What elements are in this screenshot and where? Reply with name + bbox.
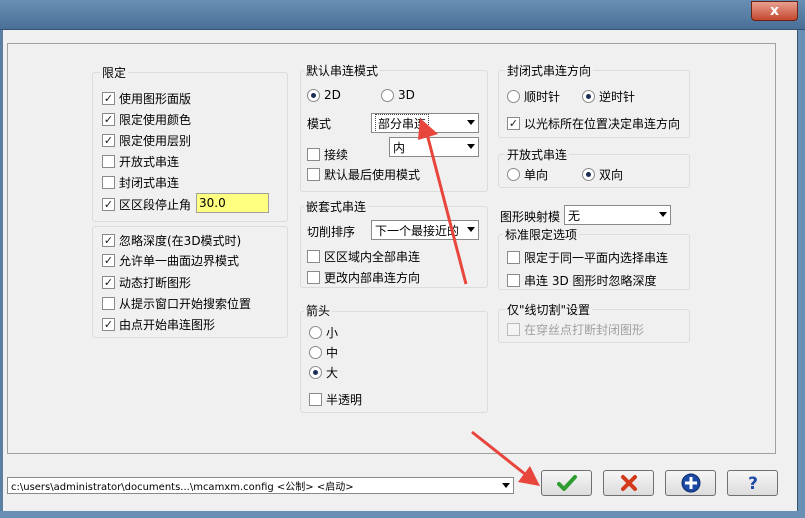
- checkbox-icon[interactable]: ✓: [102, 234, 115, 247]
- cancel-button[interactable]: [603, 470, 654, 496]
- checkbox-icon[interactable]: [507, 251, 520, 264]
- radio-icon[interactable]: [381, 88, 394, 102]
- checkbox-icon[interactable]: [102, 297, 115, 310]
- wire-edm-title: 仅"线切割"设置: [505, 301, 593, 318]
- checkbox-reverse-inner[interactable]: 更改内部串连方向: [307, 269, 420, 286]
- mode-label: 模式: [307, 117, 332, 131]
- arrow-title: 箭头: [304, 302, 333, 319]
- radio-icon[interactable]: [309, 366, 322, 379]
- checkbox-break-at-thread-point[interactable]: 在穿丝点打断封闭图形: [507, 321, 644, 338]
- checkbox-search-from-prompt[interactable]: 从提示窗口开始搜索位置: [102, 295, 251, 312]
- checkbox-icon[interactable]: [102, 155, 115, 168]
- checkbox-last-mode[interactable]: 默认最后使用模式: [307, 166, 420, 183]
- close-icon: x: [769, 3, 780, 19]
- window-frame-right: [797, 30, 805, 518]
- checkbox-icon[interactable]: ✓: [507, 117, 520, 130]
- checkbox-icon[interactable]: ✓: [102, 92, 115, 105]
- radio-icon[interactable]: [507, 168, 520, 181]
- radio-arrow-large[interactable]: 大: [309, 364, 338, 381]
- checkbox-icon[interactable]: [307, 271, 320, 284]
- standard-options-title: 标准限定选项: [503, 226, 580, 243]
- checkbox-icon[interactable]: [507, 274, 520, 287]
- checkbox-all-in-region[interactable]: 区区域内全部串连: [307, 248, 420, 265]
- chevron-down-icon: [659, 212, 667, 217]
- checkbox-start-from-point[interactable]: ✓ 由点开始串连图形: [102, 316, 215, 333]
- radio-2d[interactable]: 2D: [307, 88, 341, 102]
- chevron-down-icon: [467, 227, 475, 232]
- checkbox-icon[interactable]: [507, 323, 520, 336]
- chevron-down-icon: [502, 483, 510, 488]
- checkbox-connect[interactable]: 接续: [307, 146, 348, 163]
- chevron-down-icon: [467, 144, 475, 149]
- checkbox-ignore-depth[interactable]: ✓ 忽略深度(在3D模式时): [102, 232, 241, 249]
- annotation-arrowhead-ok: [518, 466, 540, 486]
- sort-select[interactable]: 下一个最接近的: [371, 220, 479, 240]
- window-frame-bottom: [0, 511, 805, 518]
- checkbox-single-surface[interactable]: ✓ 允许单一曲面边界模式: [102, 252, 239, 269]
- checkbox-open-chain[interactable]: 开放式串连: [102, 153, 179, 170]
- radio-single-direction[interactable]: 单向: [507, 166, 548, 183]
- checkbox-icon[interactable]: [307, 148, 320, 161]
- radio-icon[interactable]: [507, 90, 520, 103]
- radio-3d[interactable]: 3D: [381, 88, 415, 102]
- checkbox-icon[interactable]: ✓: [102, 113, 115, 126]
- nested-chain-title: 嵌套式串连: [304, 198, 369, 215]
- mapping-label: 图形映射模: [500, 210, 561, 224]
- mode-select[interactable]: 部分串连: [371, 113, 479, 133]
- checkbox-limit-color[interactable]: ✓ 限定使用颜色: [102, 111, 191, 128]
- checkbox-icon[interactable]: [307, 250, 320, 263]
- checkbox-icon[interactable]: ✓: [102, 198, 115, 211]
- checkbox-icon[interactable]: [102, 176, 115, 189]
- add-icon: [681, 473, 700, 493]
- stop-angle-input[interactable]: 30.0: [196, 193, 269, 213]
- radio-icon[interactable]: [582, 90, 595, 103]
- checkbox-limit-layer[interactable]: ✓ 限定使用层别: [102, 132, 191, 149]
- checkbox-icon[interactable]: ✓: [102, 276, 115, 289]
- radio-icon[interactable]: [309, 326, 322, 339]
- title-bar: [0, 0, 805, 30]
- radio-icon[interactable]: [309, 346, 322, 359]
- open-chain-title: 开放式串连: [505, 146, 570, 163]
- chevron-down-icon: [467, 120, 475, 125]
- close-button[interactable]: x: [751, 1, 798, 21]
- closed-direction-title: 封闭式串连方向: [505, 62, 594, 79]
- radio-arrow-medium[interactable]: 中: [309, 344, 338, 361]
- sort-label: 切削排序: [307, 225, 356, 239]
- checkbox-icon[interactable]: ✓: [102, 318, 115, 331]
- checkbox-cursor-direction[interactable]: ✓ 以光标所在位置决定串连方向: [507, 115, 680, 132]
- checkmark-icon: [556, 475, 577, 491]
- help-icon: ?: [748, 474, 758, 493]
- apply-button[interactable]: [665, 470, 716, 496]
- radio-icon[interactable]: [582, 168, 595, 181]
- checkbox-icon[interactable]: [309, 393, 322, 406]
- ok-button[interactable]: [541, 470, 592, 496]
- checkbox-closed-chain[interactable]: 封闭式串连: [102, 174, 179, 191]
- limit-group-title: 限定: [100, 64, 129, 81]
- checkbox-use-graphics-panel[interactable]: ✓ 使用图形面版: [102, 90, 191, 107]
- window-frame-left: [0, 30, 3, 518]
- help-button[interactable]: ?: [727, 470, 778, 496]
- checkbox-dynamic-break[interactable]: ✓ 动态打断图形: [102, 274, 191, 291]
- svg-text:?: ?: [748, 474, 758, 493]
- inner-select[interactable]: 内: [389, 137, 479, 157]
- default-chain-title: 默认串连模式: [304, 62, 381, 79]
- checkbox-translucent[interactable]: 半透明: [309, 391, 362, 408]
- radio-clockwise[interactable]: 顺时针: [507, 88, 560, 105]
- checkbox-icon[interactable]: ✓: [102, 134, 115, 147]
- config-path-select[interactable]: c:\users\administrator\documents...\mcam…: [7, 477, 514, 494]
- checkbox-stop-angle[interactable]: ✓ 区区段停止角: [102, 196, 191, 213]
- checkbox-icon[interactable]: [307, 168, 320, 181]
- checkbox-3d-ignore-depth[interactable]: 串连 3D 图形时忽略深度: [507, 272, 657, 289]
- radio-arrow-small[interactable]: 小: [309, 324, 338, 341]
- radio-counterclockwise[interactable]: 逆时针: [582, 88, 635, 105]
- mapping-select[interactable]: 无: [564, 205, 671, 225]
- radio-bidirectional[interactable]: 双向: [582, 166, 623, 183]
- cancel-icon: [620, 475, 637, 491]
- radio-icon[interactable]: [307, 88, 320, 102]
- checkbox-icon[interactable]: ✓: [102, 254, 115, 267]
- checkbox-same-plane[interactable]: 限定于同一平面内选择串连: [507, 249, 668, 266]
